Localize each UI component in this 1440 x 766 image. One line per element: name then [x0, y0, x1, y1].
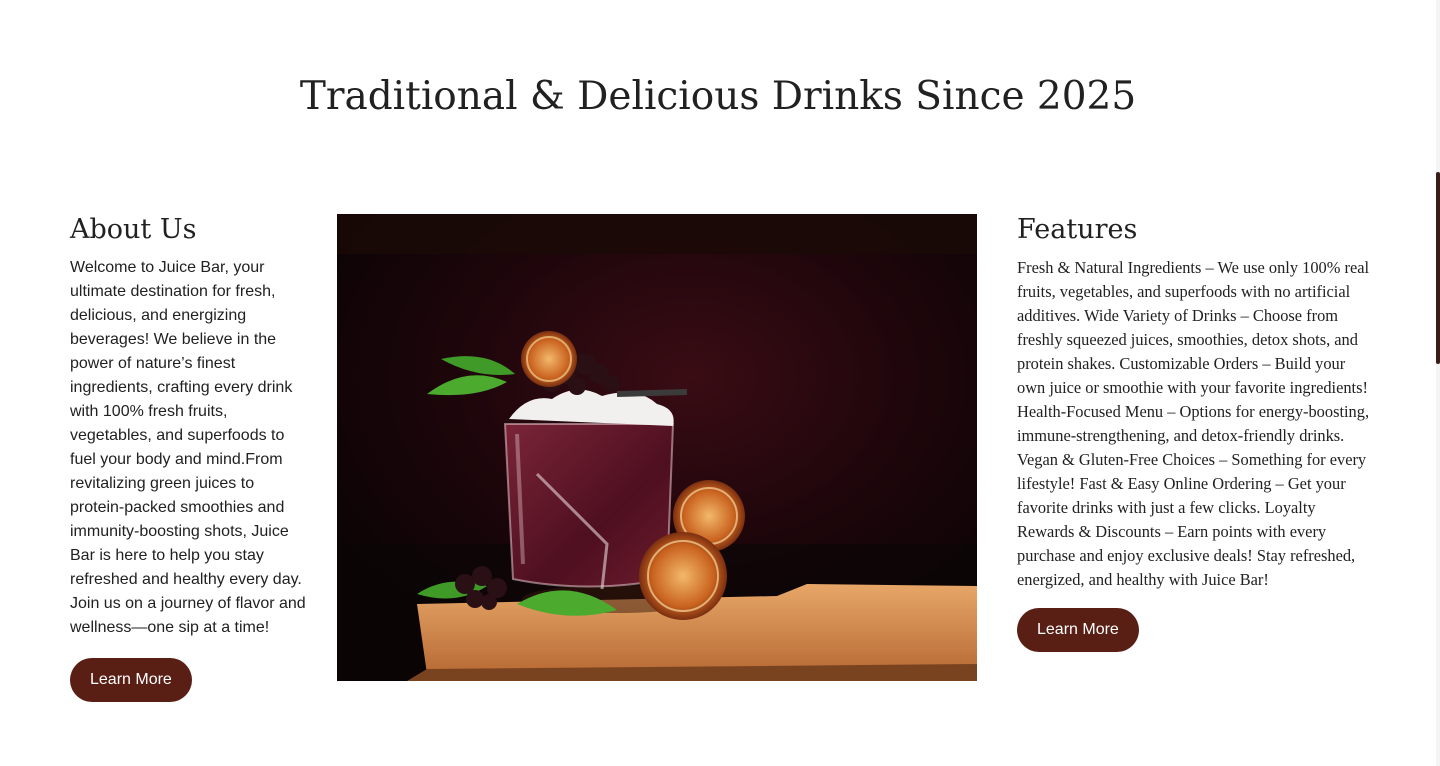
features-heading: Features: [1017, 214, 1138, 245]
about-text: Welcome to Juice Bar, your ultimate dest…: [70, 259, 306, 636]
scrollbar-thumb[interactable]: [1436, 172, 1440, 364]
about-heading: About Us: [70, 214, 197, 245]
about-section: About Us Welcome to Juice Bar, your ulti…: [70, 212, 306, 702]
features-text: Fresh & Natural Ingredients – We use onl…: [1017, 258, 1370, 589]
cocktail-image: [337, 214, 977, 681]
page-title: Traditional & Delicious Drinks Since 202…: [299, 74, 1137, 119]
features-learn-more-button[interactable]: Learn More: [1017, 608, 1139, 652]
scrollbar-track[interactable]: [1436, 0, 1440, 766]
features-section: Features Fresh & Natural Ingredients – W…: [1017, 212, 1377, 652]
about-learn-more-button[interactable]: Learn More: [70, 658, 192, 702]
